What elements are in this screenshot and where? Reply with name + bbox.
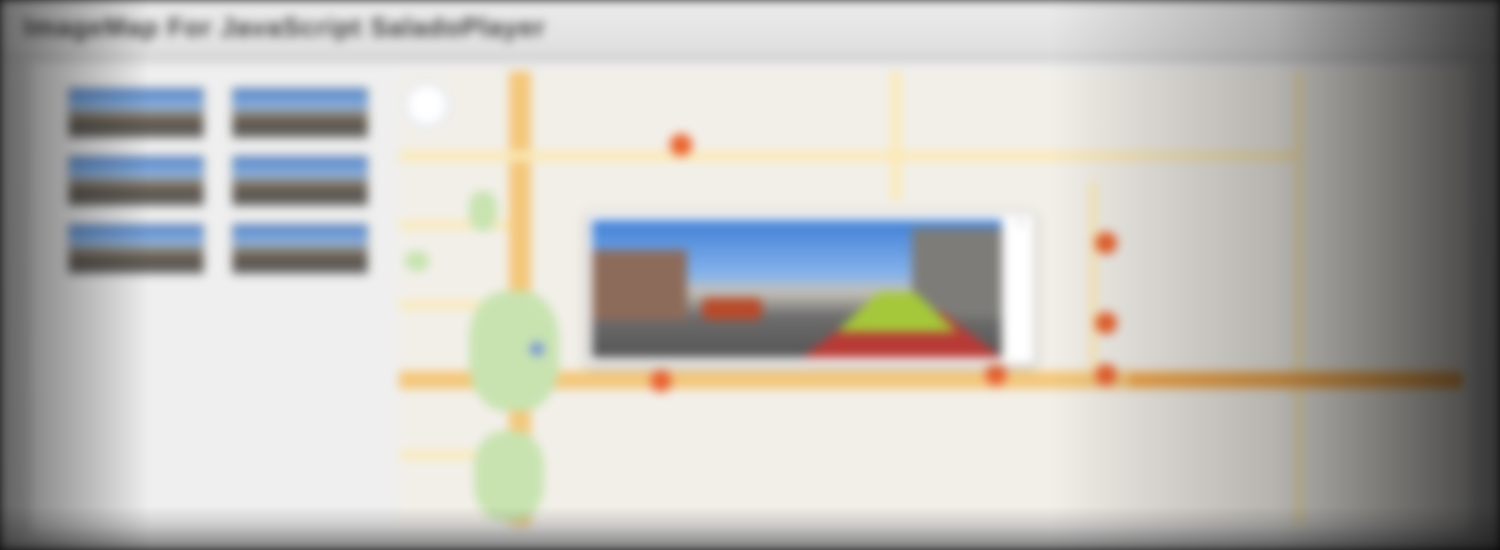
panorama-car bbox=[702, 298, 762, 320]
main-panel: × bbox=[30, 62, 1472, 534]
map-zoom-control[interactable] bbox=[405, 83, 449, 127]
map-road bbox=[1129, 373, 1463, 387]
map-park bbox=[469, 291, 559, 411]
map-marker-icon[interactable] bbox=[1094, 231, 1118, 255]
page-title: ImageMap For JavaScript SaladoPlayer bbox=[24, 12, 546, 42]
map-marker-icon[interactable] bbox=[984, 363, 1008, 387]
map-marker-icon[interactable] bbox=[649, 369, 673, 393]
map-canvas[interactable]: × bbox=[399, 71, 1463, 526]
map-park bbox=[405, 251, 429, 271]
street-view-panorama[interactable] bbox=[592, 220, 1002, 358]
map-road bbox=[1295, 71, 1303, 526]
map-park bbox=[474, 431, 544, 521]
panorama-thumbnail[interactable] bbox=[231, 223, 369, 275]
map-info-popup: × bbox=[587, 213, 1035, 365]
panorama-thumbnail-grid bbox=[67, 87, 387, 287]
map-park bbox=[469, 191, 497, 231]
map-marker-icon[interactable] bbox=[529, 341, 545, 357]
map-road bbox=[891, 71, 901, 201]
title-bar: ImageMap For JavaScript SaladoPlayer bbox=[0, 0, 1500, 58]
map-road bbox=[1089, 181, 1097, 381]
map-road bbox=[399, 151, 1299, 161]
app-window: ImageMap For JavaScript SaladoPlayer × bbox=[0, 0, 1500, 550]
map-marker-icon[interactable] bbox=[1094, 363, 1118, 387]
panorama-thumbnail[interactable] bbox=[67, 155, 205, 207]
map-marker-icon[interactable] bbox=[669, 133, 693, 157]
panorama-building bbox=[592, 250, 687, 320]
panorama-thumbnail[interactable] bbox=[67, 87, 205, 139]
close-icon[interactable]: × bbox=[1017, 216, 1024, 230]
panorama-thumbnail[interactable] bbox=[67, 223, 205, 275]
panorama-thumbnail[interactable] bbox=[231, 87, 369, 139]
map-marker-icon[interactable] bbox=[1094, 311, 1118, 335]
panorama-thumbnail[interactable] bbox=[231, 155, 369, 207]
